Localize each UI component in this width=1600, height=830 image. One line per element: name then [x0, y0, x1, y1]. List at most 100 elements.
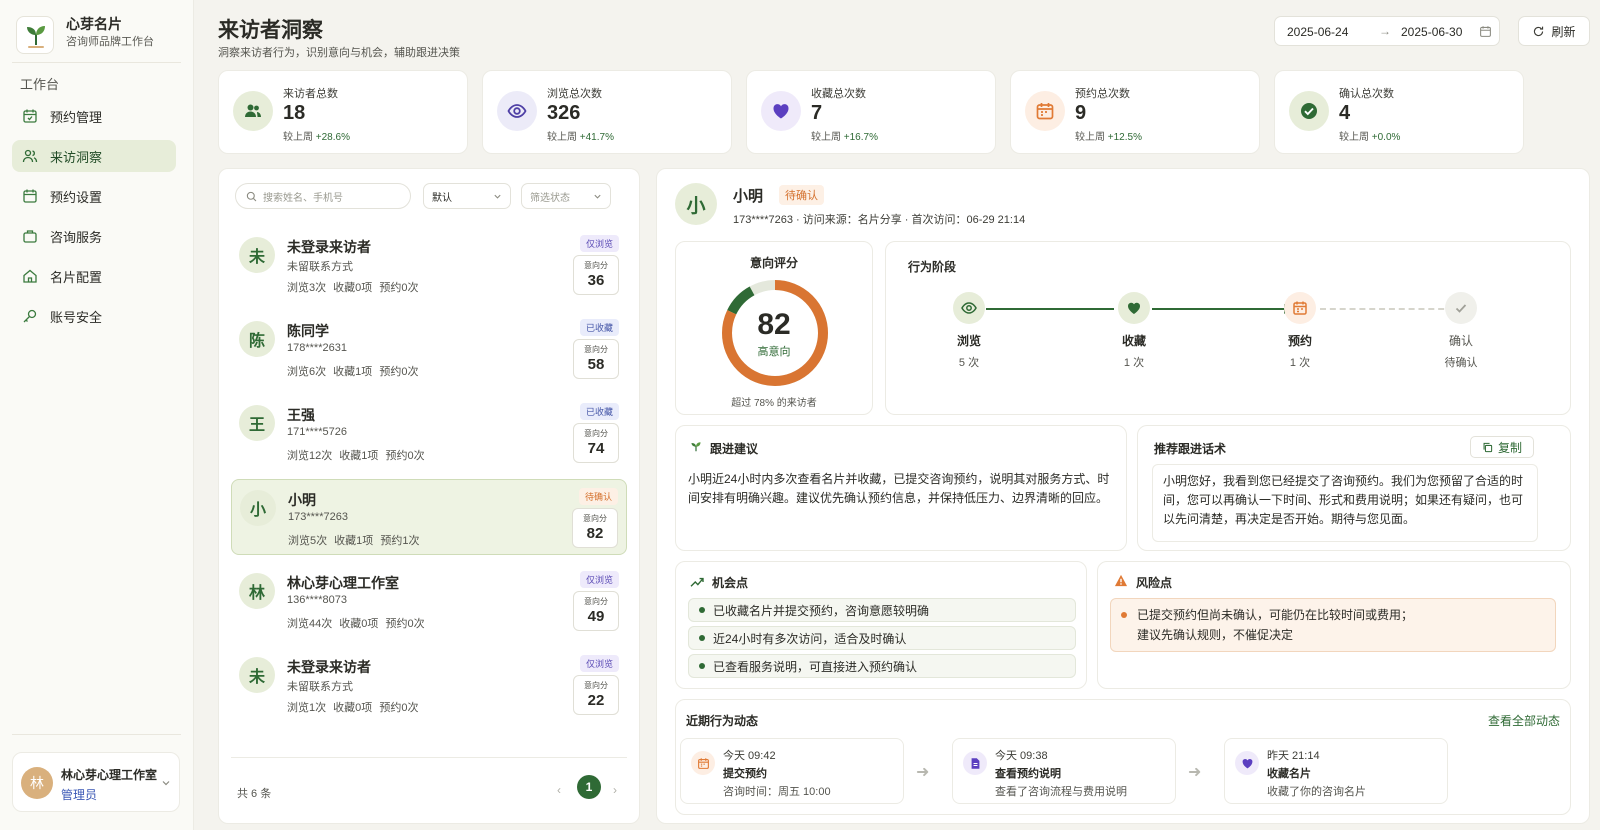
visitor-stats: 浏览1次 收藏0项 预约0次: [287, 702, 419, 714]
chevron-right-icon[interactable]: ›: [613, 783, 617, 797]
copy-icon: [1483, 442, 1493, 452]
stat-trend: 较上周 +12.5%: [1075, 132, 1142, 143]
stage-confirm: 确认 待确认: [1416, 292, 1506, 370]
divider: [231, 757, 627, 758]
calendar-settings-icon: [23, 189, 37, 203]
visitor-list-item[interactable]: 陈 陈同学 178****2631 浏览6次 收藏1项 预约0次 已收藏 意向分…: [231, 311, 627, 387]
stat-value: 7: [811, 102, 823, 124]
activity-desc: 收藏了你的咨询名片: [1267, 786, 1366, 798]
sidebar-item-security[interactable]: 账号安全: [12, 300, 176, 332]
visitor-list-item[interactable]: 林 林心芽心理工作室 136****8073 浏览44次 收藏0项 预约0次 仅…: [231, 563, 627, 639]
status-badge: 已收藏: [579, 403, 619, 420]
check-circle-icon: [1289, 91, 1329, 131]
page-button[interactable]: 1: [577, 775, 601, 799]
activity-desc: 查看了咨询流程与费用说明: [995, 786, 1127, 798]
activity-title: 近期行为动态: [686, 714, 759, 728]
sidebar-item-label: 咨询服务: [50, 229, 103, 245]
activity-time: 昨天 21:14: [1267, 750, 1320, 762]
stage-sub: 5 次: [958, 357, 980, 369]
status-filter-select[interactable]: 筛选状态: [521, 183, 611, 209]
copy-button[interactable]: 复制: [1470, 436, 1534, 458]
stat-trend: 较上周 +41.7%: [547, 132, 614, 143]
sidebar-item-label: 来访洞察: [50, 149, 103, 165]
stat-label: 预约总次数: [1075, 88, 1130, 100]
risk-card: 风险点 已提交预约但尚未确认，可能仍在比较时间或费用； 建议先确认规则，不催促决…: [1097, 561, 1571, 689]
search-placeholder: 搜索姓名、手机号: [263, 192, 343, 204]
divider: [12, 62, 181, 63]
visitor-contact: 173****7263: [288, 511, 348, 523]
opportunity-item: 已查看服务说明，可直接进入预约确认: [688, 654, 1076, 678]
behavior-stage-card: 行为阶段 浏览 5 次 收藏 1 次 预约 1 次 确认 待确认: [885, 241, 1571, 415]
arrow-right-icon: ➜: [916, 764, 930, 781]
score-value: 82: [757, 308, 791, 341]
date-start: 2025-06-24: [1287, 25, 1349, 39]
view-all-activity-link[interactable]: 查看全部动态: [1488, 712, 1560, 729]
sidebar-item-services[interactable]: 咨询服务: [12, 220, 176, 252]
visitor-name: 未登录来访者: [287, 239, 371, 255]
stat-label: 来访者总数: [283, 88, 338, 100]
heart-icon: [761, 91, 801, 131]
user-menu[interactable]: 林 林心芽心理工作室 管理员: [12, 752, 180, 812]
heart-icon: [1118, 292, 1150, 324]
search-input[interactable]: 搜索姓名、手机号: [235, 183, 411, 209]
activity-title: 查看预约说明: [995, 768, 1061, 780]
visitor-list-item[interactable]: 小 小明 173****7263 浏览5次 收藏1项 预约1次 待确认 意向分 …: [231, 479, 627, 555]
stat-trend: 较上周 +16.7%: [811, 132, 878, 143]
activity-item: 今天 09:42 提交预约 咨询时间：周五 10:00: [680, 738, 904, 804]
opportunity-card: 机会点 已收藏名片并提交预约，咨询意愿较明确 近24小时有多次访问，适合及时确认…: [675, 561, 1087, 689]
visitor-contact: 178****2631: [287, 342, 347, 354]
chevron-down-icon: [494, 194, 501, 199]
page-title: 来访者洞察: [218, 19, 323, 42]
chevron-down-icon: [162, 781, 170, 786]
sidebar: 心芽名片 咨询师品牌工作台 工作台 预约管理 来访洞察 预约设置 咨询服务 名片…: [0, 0, 194, 830]
recommended-script-card: 推荐跟进话术 复制 小明您好，我看到您已经提交了咨询预约。我们为您预留了合适的时…: [1137, 425, 1571, 551]
date-end: 2025-06-30: [1401, 25, 1463, 39]
copy-label: 复制: [1497, 440, 1522, 455]
avatar: 小: [675, 183, 717, 225]
calendar-icon: [1284, 292, 1316, 324]
search-icon: [246, 191, 257, 201]
score-note: 超过 78% 的来访者: [731, 398, 817, 409]
stat-card: 确认总次数 4 较上周 +0.0%: [1274, 70, 1524, 154]
suggestion-title: 跟进建议: [710, 442, 759, 456]
status-badge: 已收藏: [579, 319, 619, 336]
intent-score-card: 意向评分 82 高意向 超过 78% 的来访者: [675, 241, 873, 415]
filter-placeholder: 筛选状态: [530, 192, 570, 204]
sidebar-item-insights[interactable]: 来访洞察: [12, 140, 176, 172]
visitor-list-item[interactable]: 未 未登录来访者 未留联系方式 浏览3次 收藏0项 预约0次 仅浏览 意向分 3…: [231, 227, 627, 303]
status-badge: 待确认: [779, 185, 824, 205]
app-name: 心芽名片: [66, 16, 122, 32]
sort-select[interactable]: 默认: [423, 183, 511, 209]
sidebar-item-appointment-settings[interactable]: 预约设置: [12, 180, 176, 212]
stat-card: 浏览总次数 326 较上周 +41.7%: [482, 70, 732, 154]
intent-score-box: 意向分 58: [573, 339, 619, 379]
score-value: 36: [587, 272, 605, 289]
activity-item: 昨天 21:14 收藏名片 收藏了你的咨询名片: [1224, 738, 1448, 804]
date-range-picker[interactable]: 2025-06-24 → 2025-06-30: [1274, 16, 1500, 46]
stage-name: 确认: [1448, 334, 1473, 348]
visitor-list-item[interactable]: 王 王强 171****5726 浏览12次 收藏1项 预约0次 已收藏 意向分…: [231, 395, 627, 471]
intent-score-box: 意向分 22: [573, 675, 619, 715]
visitor-list-item[interactable]: 未 未登录来访者 未留联系方式 浏览1次 收藏0项 预约0次 仅浏览 意向分 2…: [231, 647, 627, 723]
score-level: 高意向: [757, 346, 791, 358]
recent-activity-card: 近期行为动态 查看全部动态 今天 09:42 提交预约 咨询时间：周五 10:0…: [675, 699, 1571, 815]
follow-up-suggestion-card: 跟进建议 小明近24小时内多次查看名片并收藏，已提交咨询预约，说明其对服务方式、…: [675, 425, 1127, 551]
refresh-button[interactable]: 刷新: [1518, 16, 1590, 46]
sidebar-item-appointments[interactable]: 预约管理: [12, 100, 176, 132]
avatar: 王: [239, 405, 275, 441]
stage-title: 行为阶段: [908, 260, 957, 274]
chevron-left-icon[interactable]: ‹: [557, 783, 561, 797]
visitor-stats: 浏览12次 收藏1项 预约0次: [287, 450, 425, 462]
risk-box: 已提交预约但尚未确认，可能仍在比较时间或费用； 建议先确认规则，不催促决定: [1110, 598, 1556, 652]
visitor-stats: 浏览3次 收藏0项 预约0次: [287, 282, 419, 294]
page-subtitle: 洞察来访者行为，识别意向与机会，辅助跟进决策: [218, 47, 460, 59]
sidebar-section-title: 工作台: [20, 77, 60, 92]
home-icon: [23, 269, 37, 283]
sidebar-item-card-config[interactable]: 名片配置: [12, 260, 176, 292]
calendar-icon: [1025, 91, 1065, 131]
sort-value: 默认: [432, 192, 452, 204]
score-label: 意向分: [584, 429, 608, 438]
opportunity-text: 已查看服务说明，可直接进入预约确认: [713, 659, 918, 674]
visitor-detail-panel: 小 小明 待确认 173****7263 · 访问来源：名片分享 · 首次访问：…: [656, 168, 1590, 824]
visitor-contact: 未留联系方式: [287, 681, 353, 693]
